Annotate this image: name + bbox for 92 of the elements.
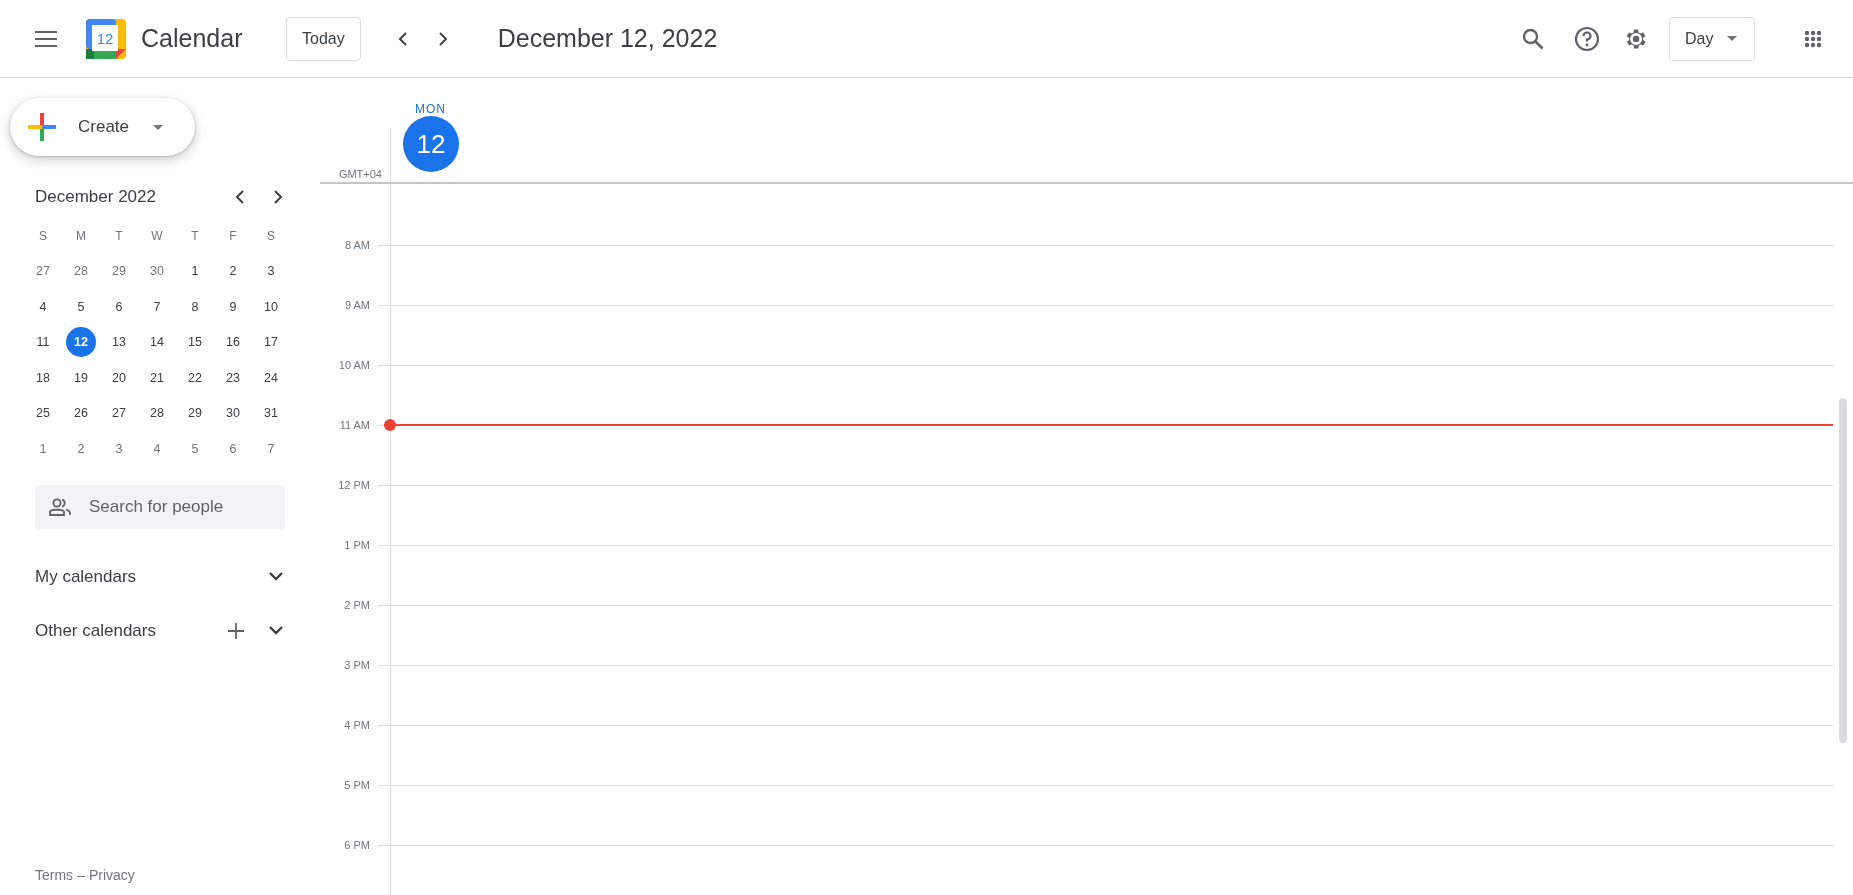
day-cell[interactable]: 4 xyxy=(142,433,172,464)
day-cell[interactable]: 19 xyxy=(66,362,96,393)
day-cell[interactable]: 1 xyxy=(180,256,210,287)
hour-label: 5 PM xyxy=(344,779,370,791)
day-cell[interactable]: 26 xyxy=(66,398,96,429)
view-select[interactable]: Day xyxy=(1669,16,1755,61)
day-cell[interactable]: 31 xyxy=(256,398,286,429)
terms-link[interactable]: Terms xyxy=(35,867,74,883)
day-cell[interactable]: 28 xyxy=(142,398,172,429)
day-cell[interactable]: 16 xyxy=(218,327,248,358)
day-cell[interactable]: 4 xyxy=(28,291,58,322)
date-title: December 12, 2022 xyxy=(497,24,719,53)
scrollbar-thumb[interactable] xyxy=(1839,398,1847,743)
caret-icon xyxy=(153,124,164,130)
weekday-label: S xyxy=(267,228,275,243)
separator: – xyxy=(77,867,85,883)
privacy-link[interactable]: Privacy xyxy=(88,867,135,883)
section-toggle[interactable]: My calendars xyxy=(35,566,261,587)
day-cell[interactable]: 14 xyxy=(142,327,172,358)
hour-label: 8 AM xyxy=(344,239,370,251)
today-button[interactable]: Today xyxy=(286,16,361,61)
day-cell[interactable]: 3 xyxy=(104,433,134,464)
day-cell[interactable]: 15 xyxy=(180,327,210,358)
search-icon xyxy=(1522,27,1544,50)
day-cell[interactable]: 27 xyxy=(28,256,58,287)
day-cell[interactable]: 1 xyxy=(28,433,58,464)
plus-icon xyxy=(228,622,244,639)
day-cell[interactable]: 5 xyxy=(180,433,210,464)
day-cell[interactable]: 13 xyxy=(104,327,134,358)
day-cell[interactable]: 7 xyxy=(142,291,172,322)
help-icon xyxy=(1574,25,1600,52)
day-cell[interactable]: 5 xyxy=(66,291,96,322)
hour-label: 11 AM xyxy=(339,419,370,431)
day-cell[interactable]: 17 xyxy=(256,327,286,358)
day-cell[interactable]: 24 xyxy=(256,362,286,393)
caret-icon xyxy=(1727,36,1738,41)
weekday-label: M xyxy=(76,228,86,243)
day-cell[interactable]: 29 xyxy=(180,398,210,429)
chevron-down-icon xyxy=(269,626,283,635)
chevron-right-icon xyxy=(273,190,283,204)
hour-label: 4 PM xyxy=(344,719,370,731)
day-cell[interactable]: 29 xyxy=(104,256,134,287)
day-cell[interactable]: 11 xyxy=(28,327,58,358)
day-cell[interactable]: 30 xyxy=(142,256,172,287)
timezone-label: GMT+04 xyxy=(338,168,382,180)
hour-label: 2 PM xyxy=(344,599,370,611)
day-cell[interactable]: 28 xyxy=(66,256,96,287)
weekday-label: W xyxy=(151,228,163,243)
app-name: Calendar xyxy=(141,24,244,53)
day-cell[interactable]: 22 xyxy=(180,362,210,393)
section-toggle[interactable]: Other calendars xyxy=(35,620,221,641)
chevron-left-icon xyxy=(397,31,408,46)
hour-label: 10 AM xyxy=(338,359,370,371)
weekday-label: F xyxy=(229,228,237,243)
day-cell[interactable]: 2 xyxy=(66,433,96,464)
day-cell[interactable]: 12 xyxy=(66,327,96,358)
chevron-right-icon xyxy=(437,31,448,46)
month-title: December 2022 xyxy=(35,187,157,207)
weekday-label: MON xyxy=(415,102,446,116)
search-people-field[interactable]: Search for people xyxy=(35,484,285,529)
calendar-logo: 12 xyxy=(86,18,126,59)
day-cell[interactable]: 30 xyxy=(218,398,248,429)
hour-label: 3 PM xyxy=(344,659,370,671)
apps-grid-icon xyxy=(1804,29,1822,48)
plus-icon xyxy=(28,113,56,141)
day-cell[interactable]: 8 xyxy=(180,291,210,322)
day-cell[interactable]: 18 xyxy=(28,362,58,393)
day-cell[interactable]: 23 xyxy=(218,362,248,393)
day-cell[interactable]: 25 xyxy=(28,398,58,429)
hour-label: 1 PM xyxy=(344,539,370,551)
date-button[interactable]: 12 xyxy=(403,116,459,172)
chevron-down-icon xyxy=(269,572,283,581)
day-cell[interactable]: 27 xyxy=(104,398,134,429)
weekday-label: T xyxy=(191,228,199,243)
hour-label: 9 AM xyxy=(344,299,370,311)
day-cell[interactable]: 2 xyxy=(218,256,248,287)
day-cell[interactable]: 6 xyxy=(104,291,134,322)
hour-label: 12 PM xyxy=(338,479,370,491)
create-button[interactable]: Create xyxy=(10,98,195,156)
weekday-label: T xyxy=(115,228,123,243)
day-cell[interactable]: 20 xyxy=(104,362,134,393)
day-cell[interactable]: 7 xyxy=(256,433,286,464)
day-cell[interactable]: 6 xyxy=(218,433,248,464)
weekday-label: S xyxy=(39,228,47,243)
people-icon xyxy=(49,497,71,516)
day-cell[interactable]: 9 xyxy=(218,291,248,322)
day-cell[interactable]: 10 xyxy=(256,291,286,322)
day-cell[interactable]: 21 xyxy=(142,362,172,393)
menu-icon xyxy=(35,30,57,47)
day-cell[interactable]: 3 xyxy=(256,256,286,287)
chevron-left-icon xyxy=(235,190,245,204)
hour-label: 6 PM xyxy=(344,839,370,851)
